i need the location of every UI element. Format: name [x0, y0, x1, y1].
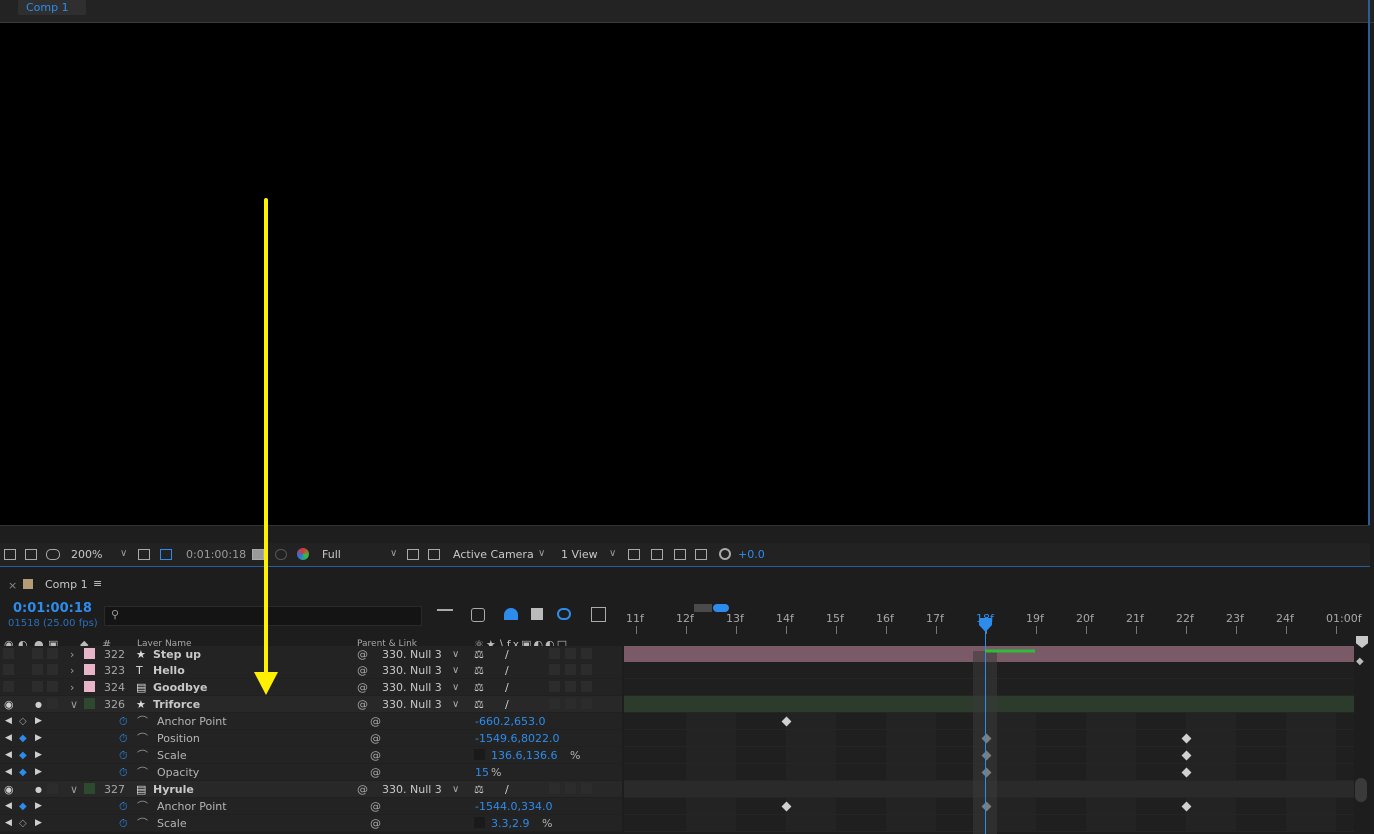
overlay-layer	[254, 198, 1035, 834]
annotation-arrow	[254, 198, 278, 695]
